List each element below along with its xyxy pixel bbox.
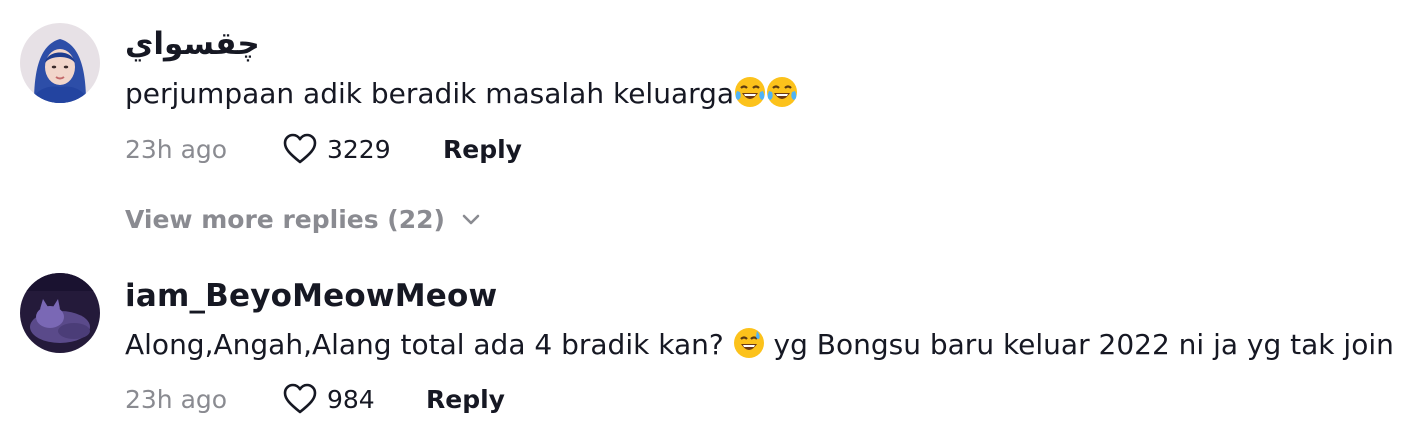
- reply-button[interactable]: Reply: [426, 385, 505, 414]
- comment-meta: 23h ago 3229 Reply: [125, 131, 625, 167]
- tears-of-joy-emoji: [735, 77, 766, 107]
- comment-text-body: perjumpaan adik beradik masalah keluarga: [125, 77, 735, 110]
- comment-text-after-emoji: yg Bongsu baru keluar 2022 ni ja yg tak …: [773, 328, 1394, 361]
- heart-icon: [283, 133, 317, 164]
- view-more-replies-label: View more replies (22): [125, 205, 445, 234]
- comment-text: Along,Angah,Alang total ada 4 bradik kan…: [125, 328, 1394, 361]
- reply-button[interactable]: Reply: [443, 135, 522, 164]
- heart-icon: [283, 383, 317, 414]
- username[interactable]: چقسواي: [125, 29, 260, 60]
- avatar[interactable]: [20, 23, 100, 103]
- like-count: 984: [327, 384, 375, 414]
- avatar[interactable]: [20, 273, 100, 353]
- like-button[interactable]: 3229: [282, 131, 391, 167]
- comment-item: چقسواي perjumpaan adik beradik masalah k…: [20, 22, 1404, 172]
- comment-meta: 23h ago 984 Reply: [125, 381, 625, 417]
- comment-time: 23h ago: [125, 135, 228, 164]
- like-button[interactable]: 984: [282, 381, 375, 417]
- comment-text: perjumpaan adik beradik masalah keluarga: [125, 77, 798, 110]
- grinning-sweat-emoji: [733, 328, 764, 358]
- chevron-down-icon: [462, 214, 480, 224]
- like-count: 3229: [327, 134, 391, 164]
- comment-text-before-emoji: Along,Angah,Alang total ada 4 bradik kan…: [125, 328, 724, 361]
- comment-item: iam_BeyoMeowMeow Along,Angah,Alang total…: [20, 272, 1404, 422]
- comment-time: 23h ago: [125, 385, 228, 414]
- username[interactable]: iam_BeyoMeowMeow: [125, 281, 497, 312]
- view-more-replies-button[interactable]: View more replies (22): [125, 205, 481, 234]
- tears-of-joy-emoji: [767, 77, 798, 107]
